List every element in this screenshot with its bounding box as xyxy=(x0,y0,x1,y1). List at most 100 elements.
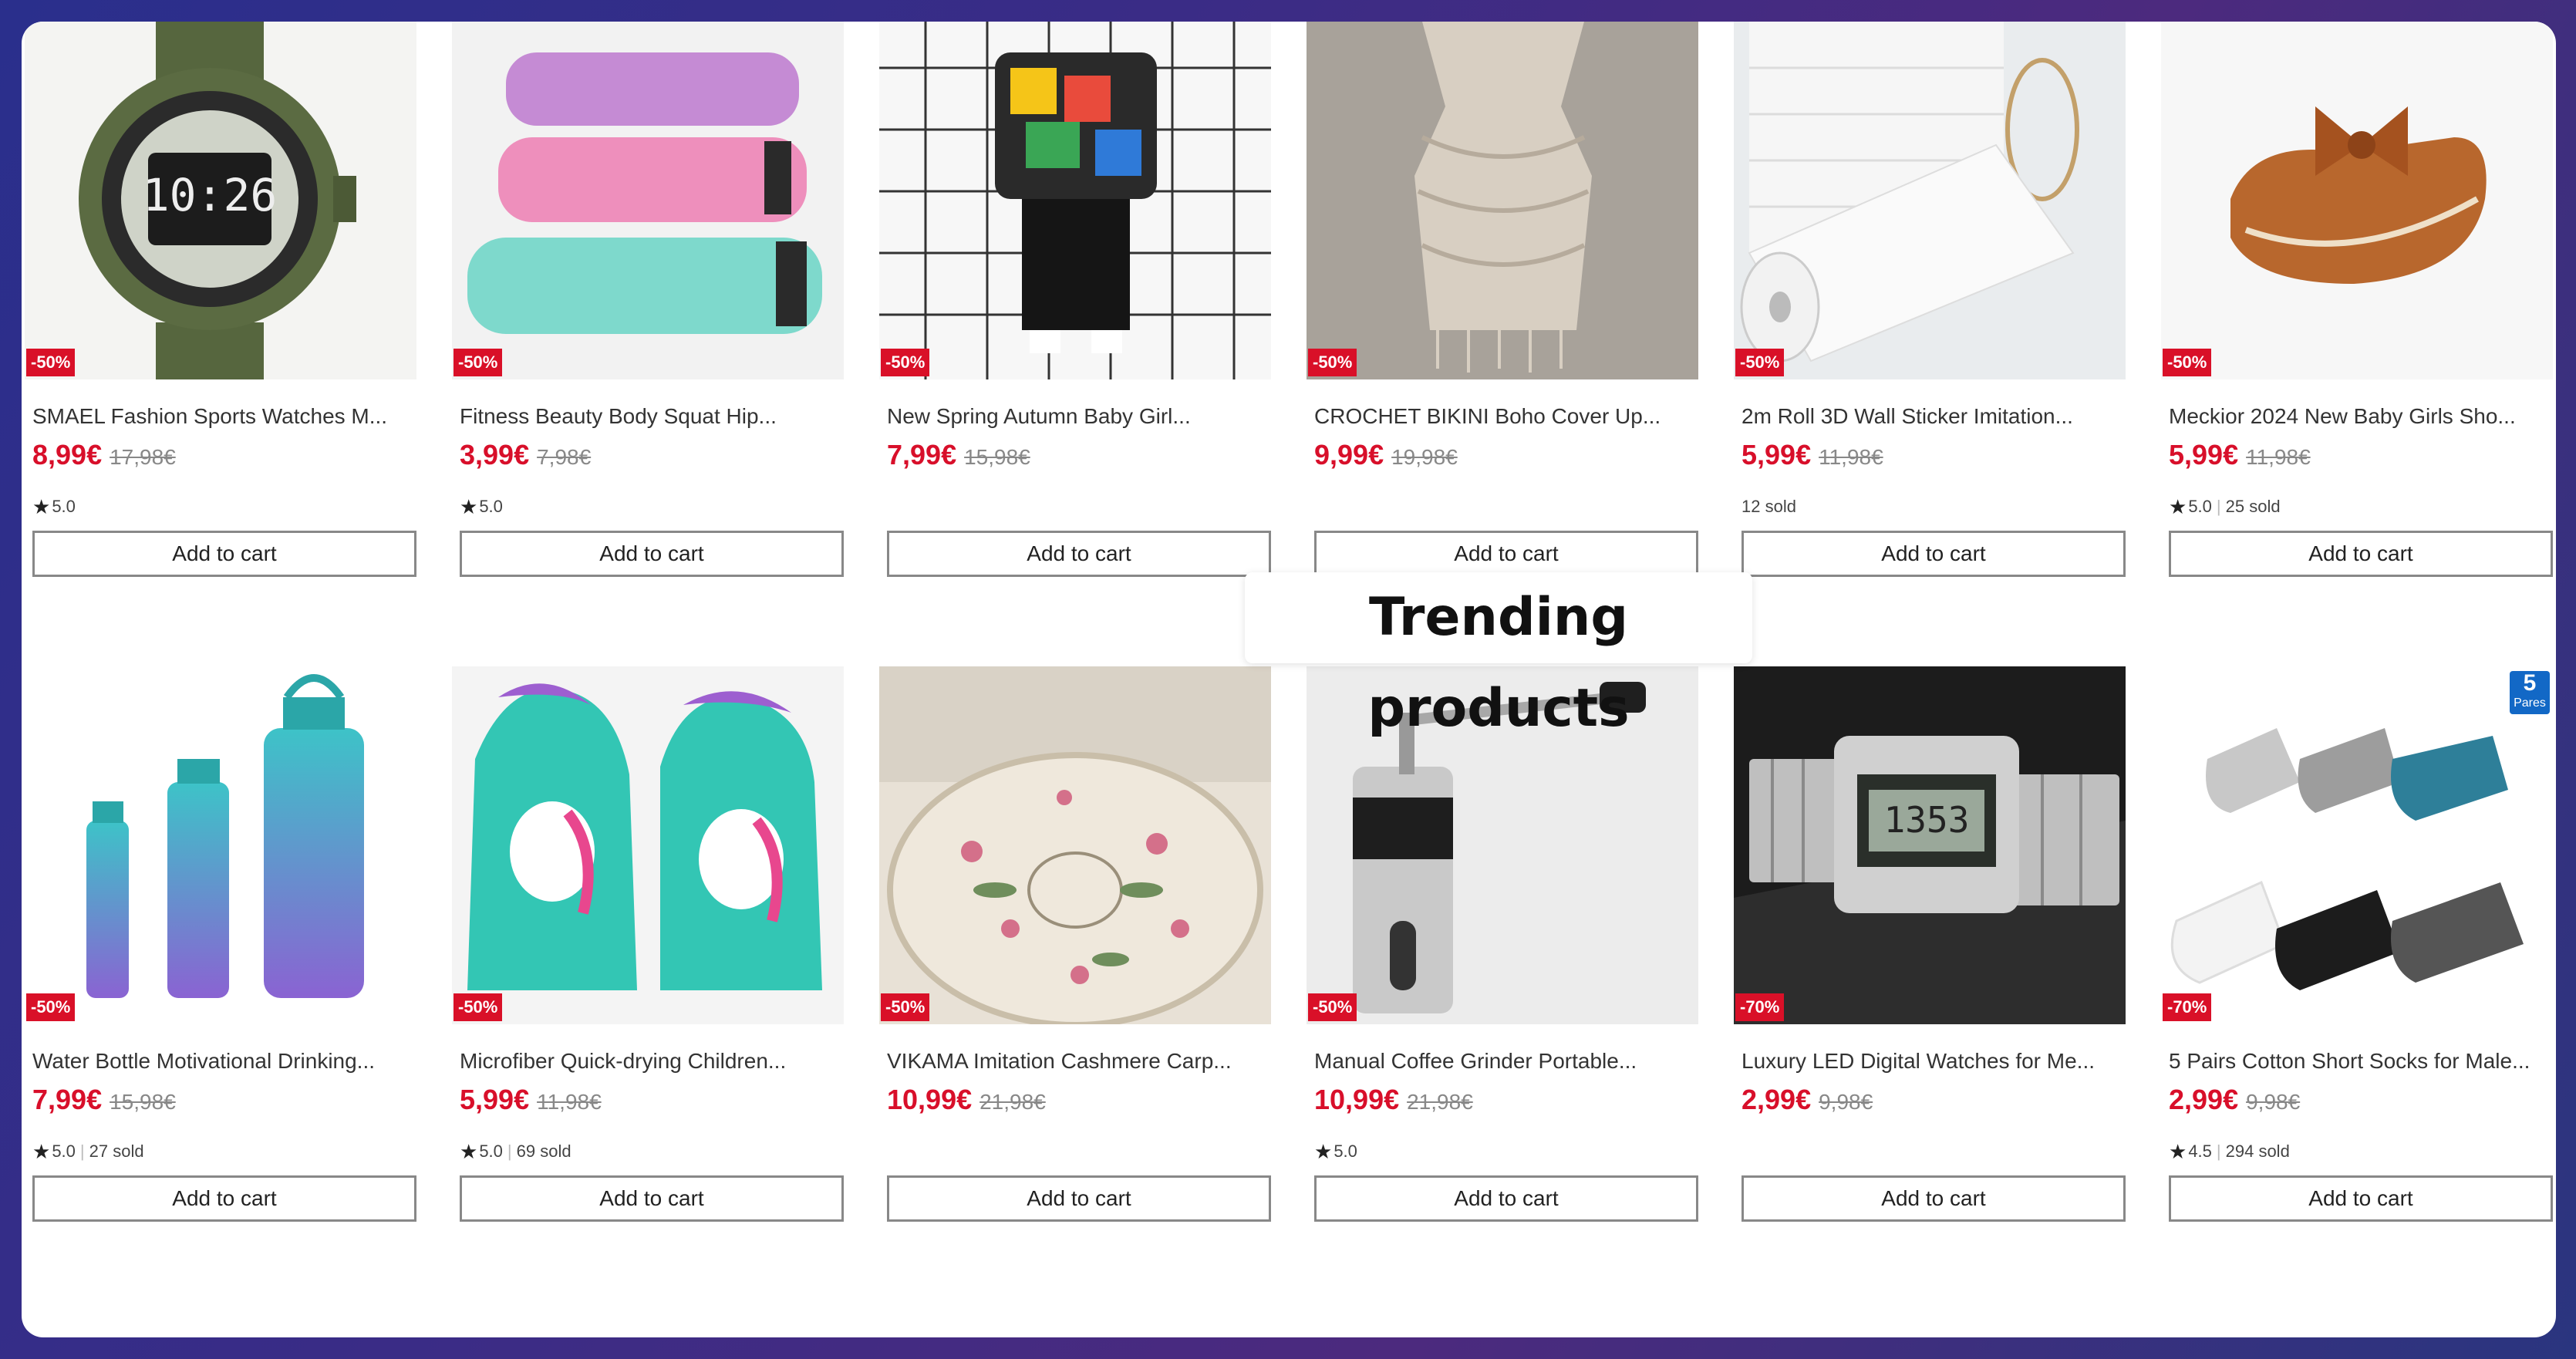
product-grid-panel: 10:26 -50% SMAEL Fashion Sports Watches … xyxy=(22,22,2556,1337)
product-card[interactable]: -50% CROCHET BIKINI Boho Cover Up... 9,9… xyxy=(1307,22,1701,585)
price-block: 5,99€ 11,98€ xyxy=(2169,438,2311,478)
product-image[interactable] xyxy=(1734,22,2126,379)
product-card[interactable]: -50% Meckior 2024 New Baby Girls Sho... … xyxy=(2161,22,2556,585)
sold-count: 25 sold xyxy=(2225,497,2281,516)
rating-info: ★ 5.0 xyxy=(1314,1140,1357,1163)
wall-sticker-roll-icon xyxy=(1734,22,2126,379)
current-price: 3,99€ xyxy=(460,439,530,470)
rating-value: 5.0 xyxy=(52,497,76,516)
product-card[interactable]: 1353 -70% Luxury LED Digital Watches for… xyxy=(1734,666,2129,1229)
add-to-cart-button[interactable]: Add to cart xyxy=(1314,531,1698,577)
product-image[interactable] xyxy=(1307,22,1698,379)
sold-count: 294 sold xyxy=(2225,1141,2290,1161)
crochet-top-icon xyxy=(1307,22,1698,379)
star-icon: ★ xyxy=(1314,1140,1333,1163)
rating-value: 5.0 xyxy=(479,1141,503,1161)
add-to-cart-button[interactable]: Add to cart xyxy=(32,531,416,577)
product-card[interactable]: -50% 2m Roll 3D Wall Sticker Imitation..… xyxy=(1734,22,2129,585)
product-title[interactable]: Manual Coffee Grinder Portable... xyxy=(1314,1047,1697,1075)
product-image[interactable]: 10:26 xyxy=(25,22,416,379)
meta-separator: | xyxy=(507,1141,512,1161)
rating-value: 5.0 xyxy=(52,1141,76,1161)
svg-text:10:26: 10:26 xyxy=(143,169,278,221)
rating-value: 4.5 xyxy=(2188,1141,2212,1161)
current-price: 9,99€ xyxy=(1314,439,1384,470)
product-image[interactable] xyxy=(25,666,416,1024)
product-card[interactable]: -50% Fitness Beauty Body Squat Hip... 3,… xyxy=(452,22,847,585)
price-block: 7,99€ 15,98€ xyxy=(32,1083,176,1123)
product-image[interactable] xyxy=(2161,666,2553,1024)
price-block: 5,99€ 11,98€ xyxy=(460,1083,602,1123)
pack-count-badge: 5 Pares xyxy=(2510,671,2550,714)
discount-badge: -50% xyxy=(881,993,930,1021)
sold-count: 69 sold xyxy=(516,1141,572,1161)
rating-info: ★ 5.0 | 27 sold xyxy=(32,1140,144,1163)
add-to-cart-button[interactable]: Add to cart xyxy=(887,531,1271,577)
meta-separator: | xyxy=(2216,497,2221,516)
discount-badge: -50% xyxy=(1735,349,1785,376)
product-image[interactable] xyxy=(879,22,1271,379)
product-image[interactable] xyxy=(879,666,1271,1024)
discount-badge: -70% xyxy=(1735,993,1785,1021)
product-title[interactable]: VIKAMA Imitation Cashmere Carp... xyxy=(887,1047,1269,1075)
current-price: 2,99€ xyxy=(1741,1084,1812,1115)
product-title[interactable]: New Spring Autumn Baby Girl... xyxy=(887,403,1269,430)
product-title[interactable]: Fitness Beauty Body Squat Hip... xyxy=(460,403,842,430)
original-price: 17,98€ xyxy=(110,445,176,469)
add-to-cart-button[interactable]: Add to cart xyxy=(32,1175,416,1222)
round-carpet-icon xyxy=(879,666,1271,1024)
product-image[interactable] xyxy=(452,22,844,379)
product-image[interactable] xyxy=(452,666,844,1024)
rating-info: ★ 5.0 xyxy=(32,495,76,518)
original-price: 19,98€ xyxy=(1391,445,1458,469)
product-row-1: 10:26 -50% SMAEL Fashion Sports Watches … xyxy=(22,22,2556,585)
product-card[interactable]: -50% VIKAMA Imitation Cashmere Carp... 1… xyxy=(879,666,1274,1229)
product-image[interactable] xyxy=(2161,22,2553,379)
add-to-cart-button[interactable]: Add to cart xyxy=(887,1175,1271,1222)
product-card[interactable]: 10:26 -50% SMAEL Fashion Sports Watches … xyxy=(25,22,420,585)
add-to-cart-button[interactable]: Add to cart xyxy=(1741,531,2126,577)
rating-info: ★ 4.5 | 294 sold xyxy=(2169,1140,2290,1163)
current-price: 7,99€ xyxy=(32,1084,103,1115)
rating-value: 5.0 xyxy=(2188,497,2212,516)
product-title[interactable]: 2m Roll 3D Wall Sticker Imitation... xyxy=(1741,403,2124,430)
product-title[interactable]: SMAEL Fashion Sports Watches M... xyxy=(32,403,415,430)
socks-icon xyxy=(2161,666,2553,1024)
add-to-cart-button[interactable]: Add to cart xyxy=(1314,1175,1698,1222)
product-card[interactable]: -50% Water Bottle Motivational Drinking.… xyxy=(25,666,420,1229)
svg-text:1353: 1353 xyxy=(1884,799,1970,841)
product-card[interactable]: 5 Pares -70% 5 Pairs Cotton Short Socks … xyxy=(2161,666,2556,1229)
original-price: 15,98€ xyxy=(964,445,1030,469)
discount-badge: -50% xyxy=(453,349,503,376)
product-title[interactable]: Microfiber Quick-drying Children... xyxy=(460,1047,842,1075)
add-to-cart-button[interactable]: Add to cart xyxy=(460,1175,844,1222)
discount-badge: -50% xyxy=(1308,349,1357,376)
rating-info: ★ 5.0 | 69 sold xyxy=(460,1140,572,1163)
price-block: 2,99€ 9,98€ xyxy=(2169,1083,2300,1123)
product-title[interactable]: 5 Pairs Cotton Short Socks for Male... xyxy=(2169,1047,2551,1075)
product-card[interactable]: -50% Microfiber Quick-drying Children...… xyxy=(452,666,847,1229)
product-title[interactable]: Meckior 2024 New Baby Girls Sho... xyxy=(2169,403,2551,430)
unicorn-towel-icon xyxy=(452,666,844,1024)
add-to-cart-button[interactable]: Add to cart xyxy=(460,531,844,577)
product-title[interactable]: Luxury LED Digital Watches for Me... xyxy=(1741,1047,2124,1075)
add-to-cart-button[interactable]: Add to cart xyxy=(2169,531,2553,577)
discount-badge: -70% xyxy=(2163,993,2212,1021)
add-to-cart-button[interactable]: Add to cart xyxy=(2169,1175,2553,1222)
star-icon: ★ xyxy=(460,495,478,518)
current-price: 5,99€ xyxy=(460,1084,530,1115)
star-icon: ★ xyxy=(32,495,51,518)
add-to-cart-button[interactable]: Add to cart xyxy=(1741,1175,2126,1222)
baby-outfit-icon xyxy=(879,22,1271,379)
discount-badge: -50% xyxy=(881,349,930,376)
resistance-bands-icon xyxy=(452,22,844,379)
product-title[interactable]: CROCHET BIKINI Boho Cover Up... xyxy=(1314,403,1697,430)
rating-value: 5.0 xyxy=(1334,1141,1357,1161)
product-image[interactable]: 1353 xyxy=(1734,666,2126,1024)
discount-badge: -50% xyxy=(453,993,503,1021)
current-price: 10,99€ xyxy=(887,1084,973,1115)
product-card[interactable]: -50% New Spring Autumn Baby Girl... 7,99… xyxy=(879,22,1274,585)
price-block: 9,99€ 19,98€ xyxy=(1314,438,1458,478)
product-title[interactable]: Water Bottle Motivational Drinking... xyxy=(32,1047,415,1075)
rating-info: ★ 5.0 xyxy=(460,495,503,518)
